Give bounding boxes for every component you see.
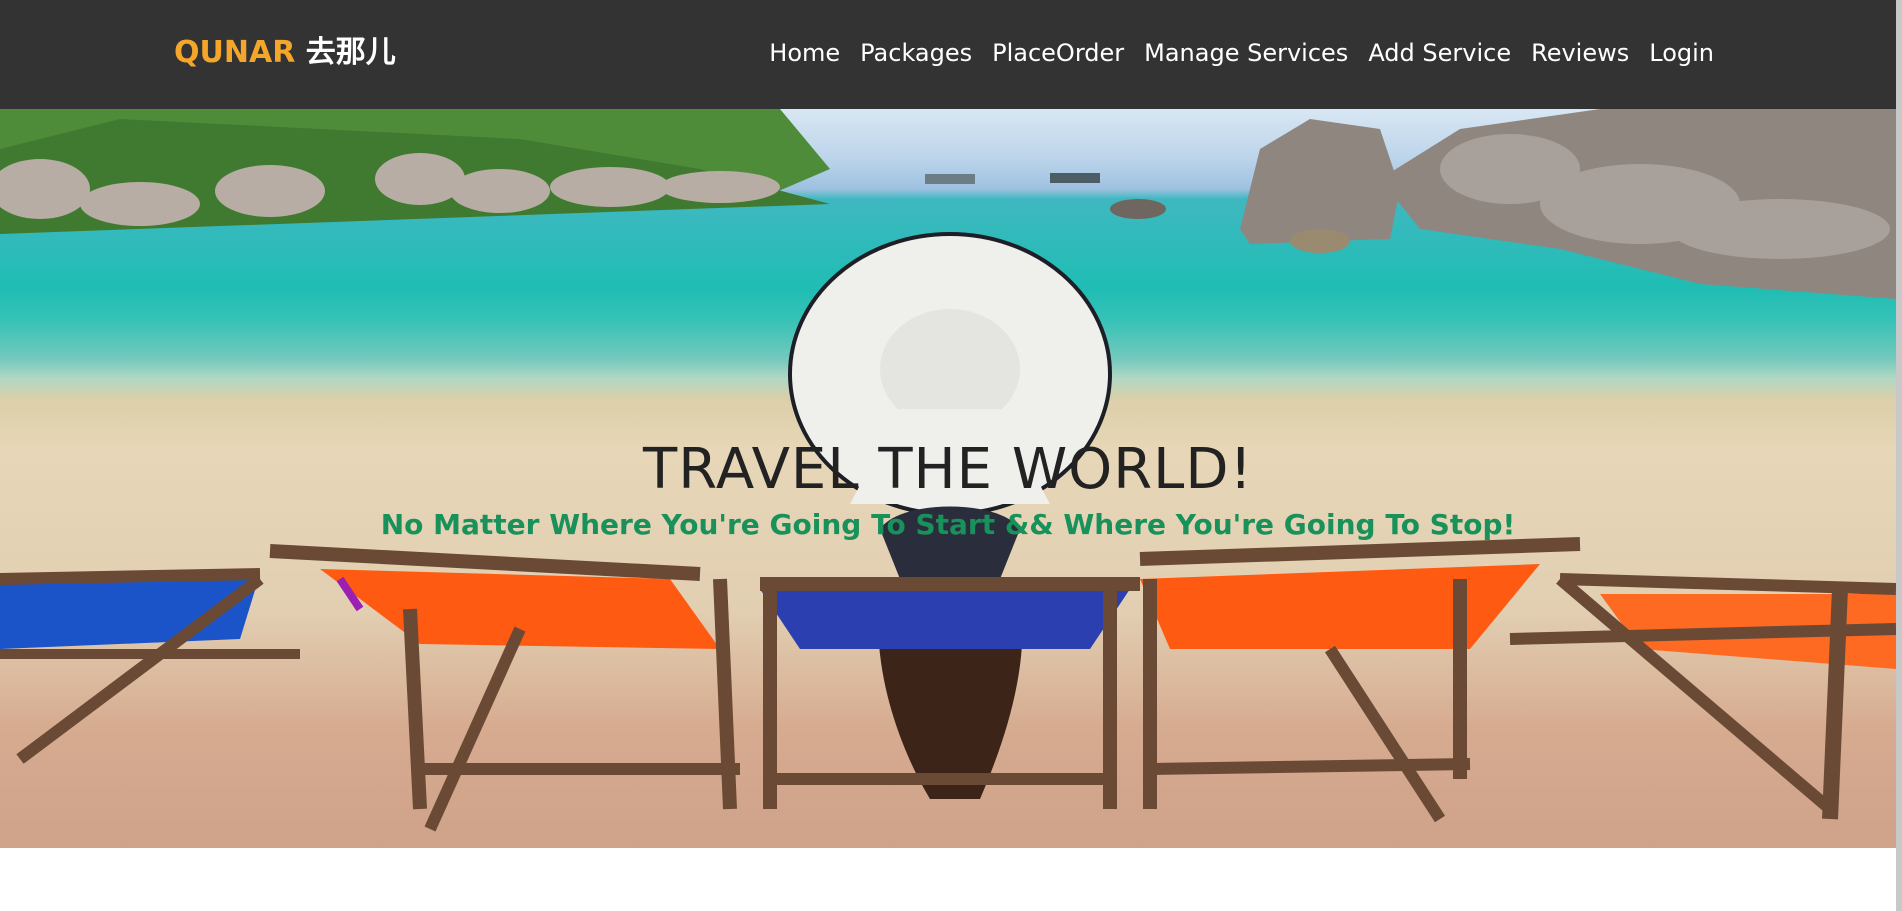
nav-menu: Home Packages PlaceOrder Manage Services… <box>769 36 1714 70</box>
nav-link-place-order[interactable]: PlaceOrder <box>992 36 1124 70</box>
nav-link-add-service[interactable]: Add Service <box>1368 36 1511 70</box>
hero-title: TRAVEL THE WORLD! <box>643 436 1253 502</box>
nav-link-home[interactable]: Home <box>769 36 840 70</box>
nav-link-login[interactable]: Login <box>1649 36 1714 70</box>
nav-link-packages[interactable]: Packages <box>860 36 972 70</box>
brand-name-cn[interactable]: 去那儿 <box>306 35 396 70</box>
hero-subtitle: No Matter Where You're Going To Start &&… <box>380 508 1516 541</box>
page-scrollbar[interactable] <box>1896 0 1902 911</box>
nav-link-manage-services[interactable]: Manage Services <box>1144 36 1348 70</box>
scrollbar-thumb[interactable] <box>1896 0 1902 911</box>
nav-link-reviews[interactable]: Reviews <box>1531 36 1629 70</box>
brand-logo[interactable]: QUNAR 去那儿 <box>174 34 396 72</box>
brand-name-en[interactable]: QUNAR <box>174 35 295 70</box>
hero-banner: TRAVEL THE WORLD! No Matter Where You're… <box>0 109 1896 848</box>
navbar: QUNAR 去那儿 Home Packages PlaceOrder Manag… <box>0 0 1896 109</box>
